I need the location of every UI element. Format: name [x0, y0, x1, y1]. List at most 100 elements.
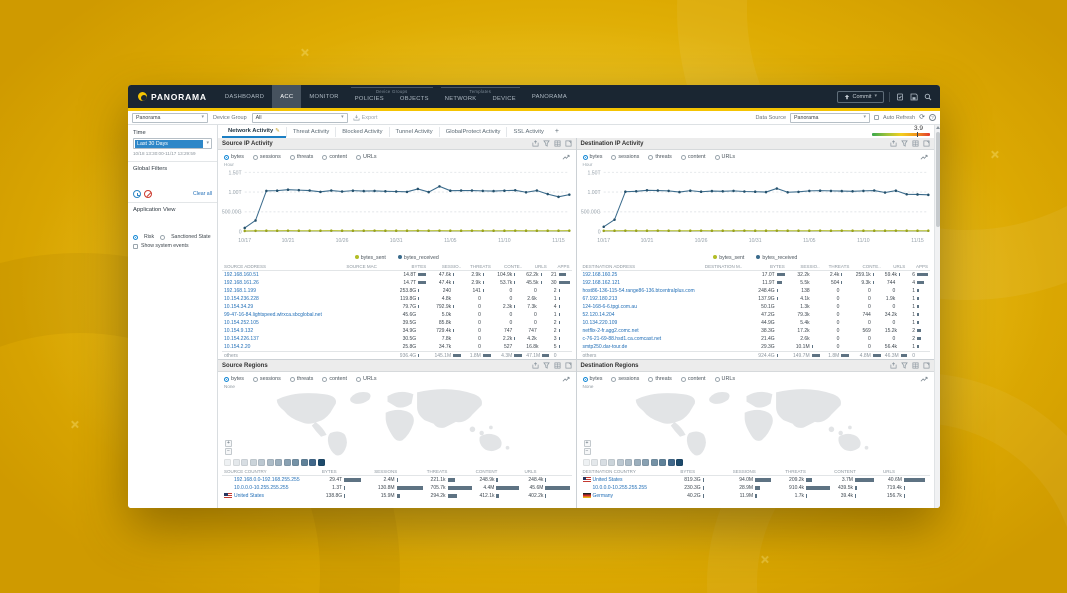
metric-option-urls[interactable]: URLs — [356, 154, 376, 160]
column-header[interactable]: THREATS — [783, 468, 832, 476]
metric-option-threats[interactable]: threats — [648, 154, 671, 160]
column-header[interactable]: DESTINATION COUNTRY — [581, 468, 679, 476]
metric-option-sessions[interactable]: sessions — [611, 154, 639, 160]
address-link[interactable]: 192.168.160.51 — [224, 272, 259, 278]
metric-option-content[interactable]: content — [322, 376, 347, 382]
address-link[interactable]: 10.154.2.20 — [224, 344, 250, 350]
risk-radio[interactable] — [133, 235, 138, 240]
jump-to-logs-icon[interactable] — [562, 153, 570, 161]
column-header[interactable]: CONTENT — [832, 468, 881, 476]
filter-icon[interactable] — [901, 140, 908, 147]
metric-option-urls[interactable]: URLs — [356, 376, 376, 382]
search-icon[interactable] — [923, 92, 932, 101]
column-header[interactable]: CONTENT — [474, 468, 523, 476]
tab-blocked-activity[interactable]: Blocked Activity — [335, 127, 388, 137]
destination-ip-line-chart[interactable]: 0500.00G1.00T1.50T10/1710/2110/2610/3111… — [577, 167, 935, 253]
device-group-select[interactable]: All ▾ — [252, 113, 348, 123]
table-icon[interactable] — [554, 140, 561, 147]
country-link[interactable]: 192.168.0.0-192.168.255.255 — [234, 477, 300, 483]
column-header[interactable]: THREATS — [822, 263, 852, 271]
nav-dashboard[interactable]: DASHBOARD — [217, 85, 272, 108]
column-header[interactable]: URLS — [523, 468, 572, 476]
address-link[interactable]: netflix-2-fr.agg2.comc.net — [583, 328, 639, 334]
clear-filter-icon[interactable] — [144, 190, 152, 198]
export-icon[interactable] — [532, 140, 539, 147]
jump-to-logs-icon[interactable] — [920, 375, 928, 383]
column-header[interactable]: SOURCE MAC — [344, 263, 386, 271]
filter-icon[interactable] — [543, 140, 550, 147]
column-header[interactable]: URLS — [524, 263, 548, 271]
nav-acc[interactable]: ACC — [272, 85, 301, 108]
address-link[interactable]: 10.154.236.228 — [224, 296, 259, 302]
metric-option-content[interactable]: content — [681, 376, 706, 382]
address-link[interactable]: smtp250.dar-tour.de — [583, 344, 628, 350]
address-link[interactable]: 192.168.1.199 — [224, 288, 256, 294]
address-link[interactable]: 67.192.180.213 — [583, 296, 618, 302]
column-header[interactable]: THREATS — [463, 263, 493, 271]
column-header[interactable]: SESSIO.. — [428, 263, 463, 271]
metric-option-bytes[interactable]: bytes — [224, 376, 244, 382]
time-range-select[interactable]: Last 30 Days ▾ — [133, 138, 212, 149]
metric-option-content[interactable]: content — [322, 154, 347, 160]
maximize-icon[interactable] — [565, 140, 572, 147]
address-link[interactable]: 10.154.9.132 — [224, 328, 253, 334]
destination-regions-map[interactable]: None + − — [583, 385, 929, 457]
address-link[interactable]: 124-168-6-6.tpgi.com.au — [583, 304, 637, 310]
tab-threat-activity[interactable]: Threat Activity — [286, 127, 335, 137]
clear-all-link[interactable]: Clear all — [193, 191, 212, 197]
address-link[interactable]: 10.134.220.109 — [583, 320, 618, 326]
metric-option-sessions[interactable]: sessions — [253, 376, 281, 382]
tasks-icon[interactable] — [895, 92, 904, 101]
country-link[interactable]: Germany — [593, 493, 614, 499]
column-header[interactable]: BYTES — [386, 263, 428, 271]
maximize-icon[interactable] — [923, 140, 930, 147]
address-link[interactable]: 192.168.162.121 — [583, 280, 621, 286]
metric-option-threats[interactable]: threats — [648, 376, 671, 382]
address-link[interactable]: 52.120.14.204 — [583, 312, 615, 318]
column-header[interactable]: DESTINATION M.. — [703, 263, 745, 271]
auto-refresh-checkbox[interactable] — [874, 115, 879, 120]
table-icon[interactable] — [912, 140, 919, 147]
column-header[interactable]: URLS — [881, 468, 930, 476]
filter-icon[interactable] — [543, 362, 550, 369]
edit-icon[interactable]: ✎ — [275, 128, 280, 134]
column-header[interactable]: SESSIONS — [731, 468, 783, 476]
address-link[interactable]: 10.154.226.137 — [224, 336, 259, 342]
metric-option-sessions[interactable]: sessions — [611, 376, 639, 382]
metric-option-urls[interactable]: URLs — [715, 154, 735, 160]
jump-to-logs-icon[interactable] — [920, 153, 928, 161]
add-tab-button[interactable]: + — [550, 128, 564, 135]
nav-monitor[interactable]: MONITOR — [301, 85, 346, 108]
address-link[interactable]: host86-136-115-54.range86-136.btcentralp… — [583, 288, 695, 294]
zoom-out-button[interactable]: − — [584, 448, 591, 455]
export-button[interactable]: Export — [353, 114, 378, 121]
column-header[interactable]: APPS — [907, 263, 930, 271]
metric-option-content[interactable]: content — [681, 154, 706, 160]
filter-icon[interactable] — [901, 362, 908, 369]
column-header[interactable]: BYTES — [745, 263, 787, 271]
metric-option-bytes[interactable]: bytes — [224, 154, 244, 160]
column-header[interactable]: BYTES — [320, 468, 372, 476]
metric-option-threats[interactable]: threats — [290, 376, 313, 382]
metric-option-bytes[interactable]: bytes — [583, 154, 603, 160]
column-header[interactable]: CONTE.. — [851, 263, 882, 271]
address-link[interactable]: 192.168.161.26 — [224, 280, 259, 286]
table-icon[interactable] — [912, 362, 919, 369]
save-icon[interactable] — [909, 92, 918, 101]
column-header[interactable]: CONTE.. — [493, 263, 524, 271]
commit-button[interactable]: Commit ▾ — [837, 91, 884, 103]
tab-tunnel-activity[interactable]: Tunnel Activity — [389, 127, 439, 137]
data-source-select[interactable]: Panorama ▾ — [790, 113, 870, 123]
column-header[interactable]: APPS — [549, 263, 572, 271]
address-link[interactable]: 99-47-16-84.lightspeed.wlrxca.sbcglobal.… — [224, 312, 322, 318]
show-system-events-checkbox[interactable] — [133, 244, 138, 249]
zoom-in-button[interactable]: + — [225, 440, 232, 447]
zoom-out-button[interactable]: − — [225, 448, 232, 455]
address-link[interactable]: c-76-21-69-88.hsd1.ca.comcast.net — [583, 336, 662, 342]
refresh-icon[interactable]: ⟳ — [919, 114, 925, 121]
column-header[interactable]: SESSIONS — [372, 468, 424, 476]
country-link[interactable]: 10.0.0.0-10.255.255.255 — [234, 485, 289, 491]
export-icon[interactable] — [890, 362, 897, 369]
source-regions-map[interactable]: None + − — [224, 385, 570, 457]
metric-option-urls[interactable]: URLs — [715, 376, 735, 382]
